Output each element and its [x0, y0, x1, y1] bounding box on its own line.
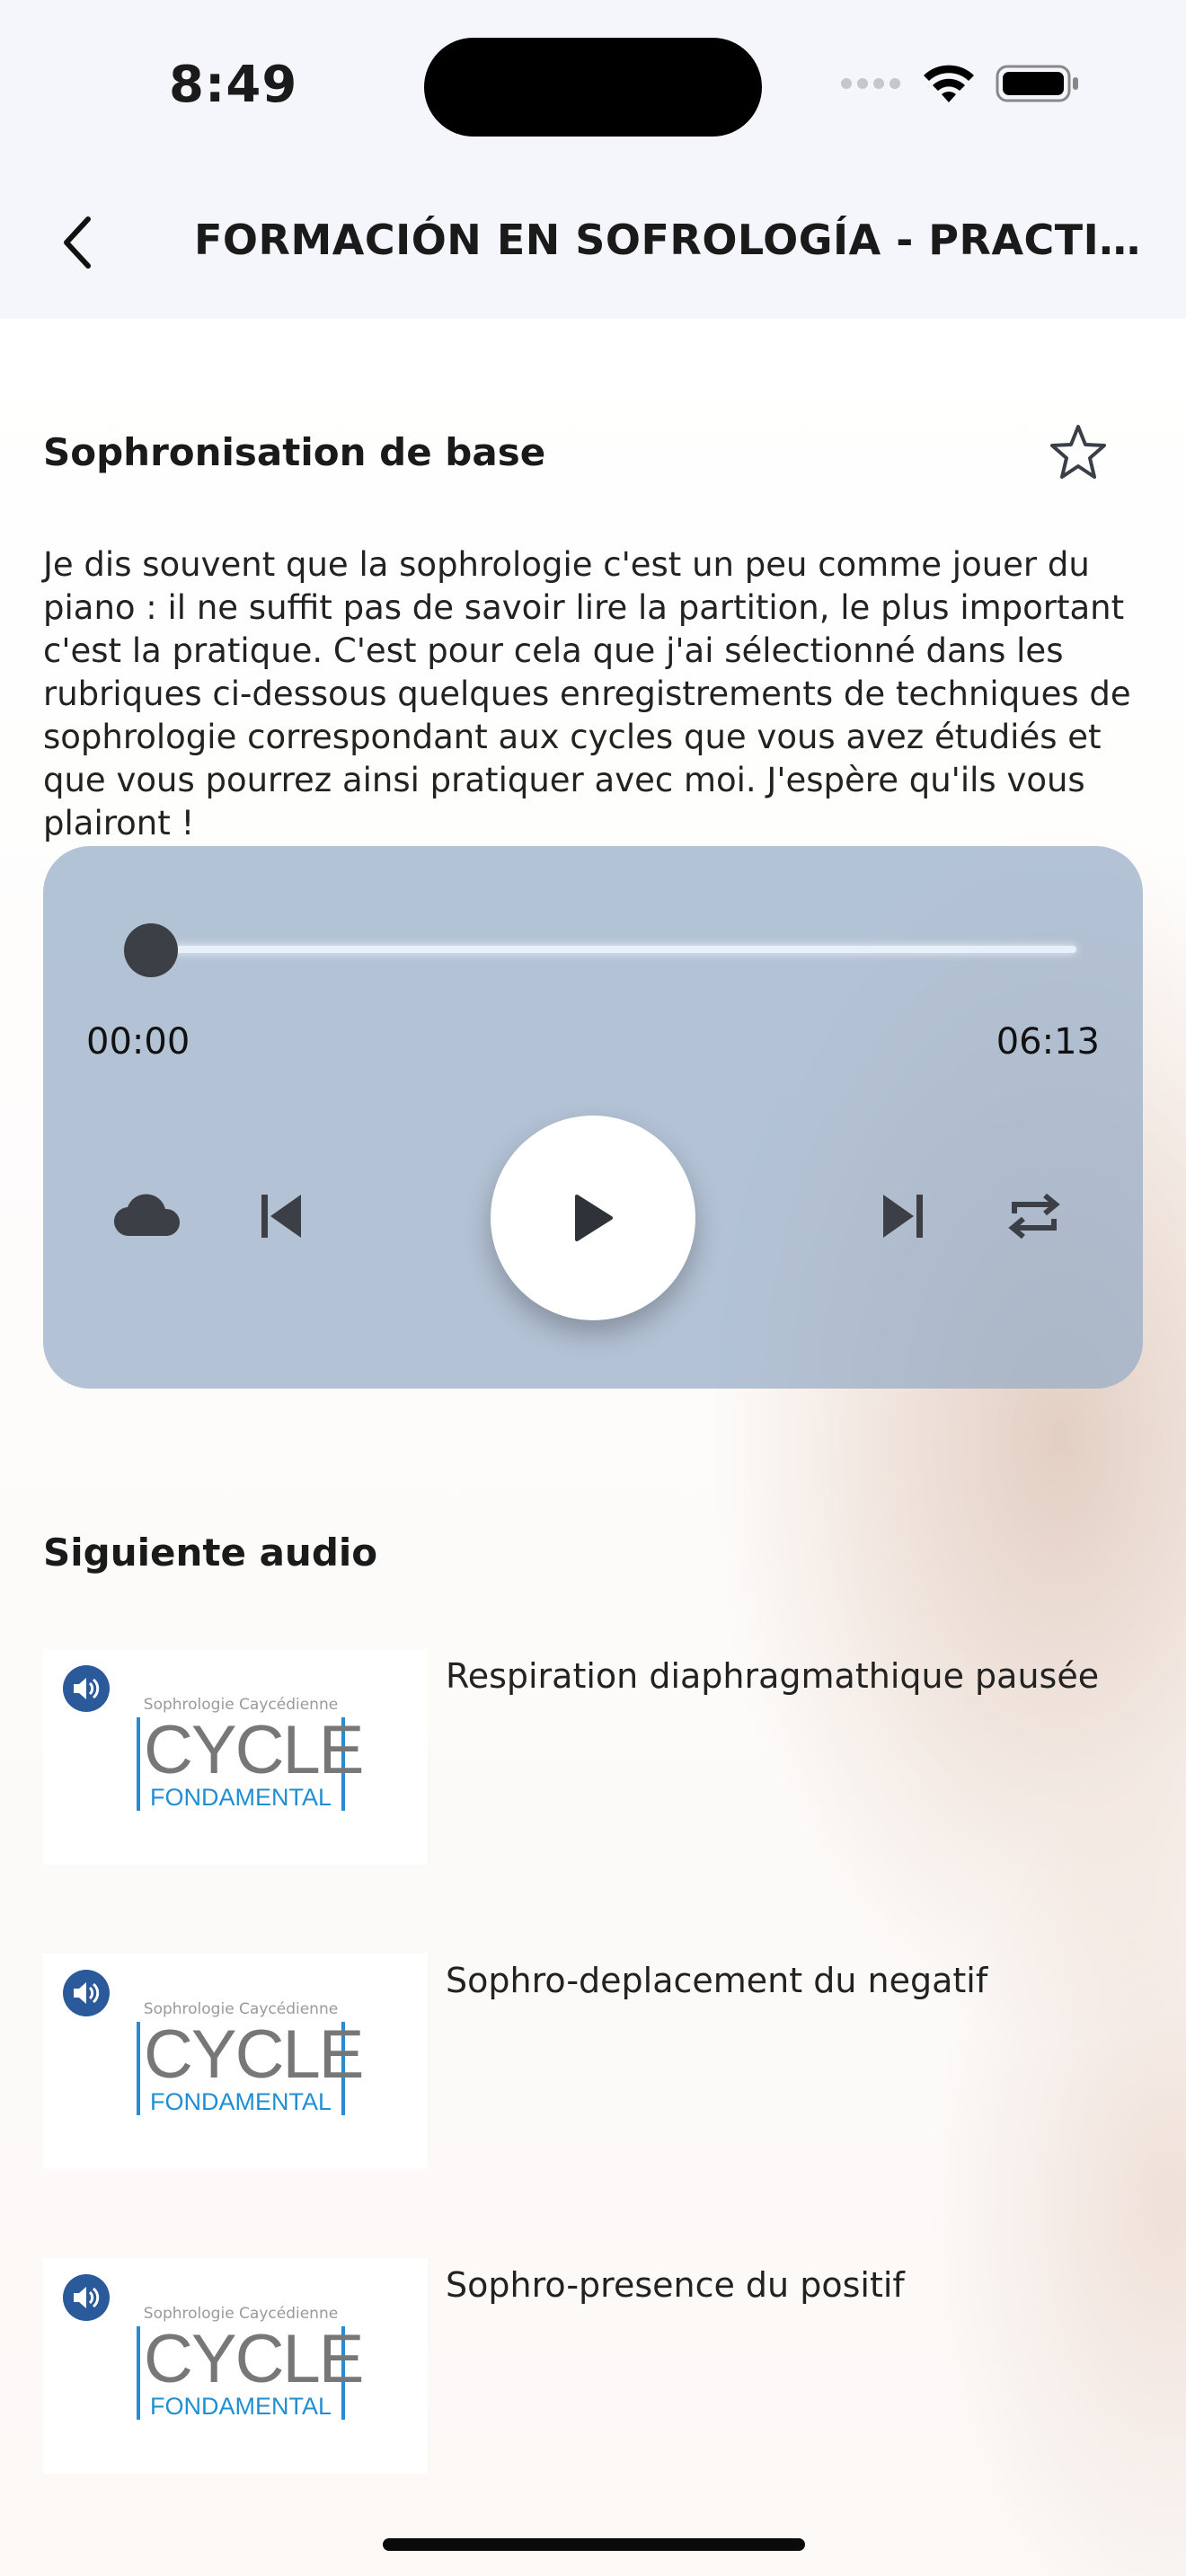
audio-list-item[interactable]: Sophrologie Caycédienne CYCLE FONDAMENTAL… — [43, 1649, 1157, 1865]
audio-title: Respiration diaphragmathique pausée — [446, 1656, 1100, 1696]
repeat-button[interactable] — [1003, 1187, 1066, 1245]
skip-next-icon — [883, 1195, 923, 1238]
cloud-icon — [113, 1194, 181, 1237]
speaker-icon — [63, 1665, 110, 1712]
speaker-icon — [63, 2274, 110, 2321]
play-button[interactable] — [491, 1116, 695, 1320]
navigation-bar: FORMACIÓN EN SOFROLOGÍA - PRACTICA C... — [0, 171, 1186, 319]
current-time: 00:00 — [86, 1021, 190, 1063]
audio-thumbnail: Sophrologie Caycédienne CYCLE FONDAMENTAL — [43, 1649, 428, 1865]
audio-player: 00:00 06:13 — [43, 846, 1143, 1389]
section-title: Sophronisation de base — [43, 430, 546, 474]
audio-thumbnail: Sophrologie Caycédienne CYCLE FONDAMENTAL — [43, 2258, 428, 2474]
status-bar: 8:49 — [0, 0, 1186, 171]
download-button[interactable] — [111, 1187, 183, 1241]
star-icon — [1050, 425, 1106, 479]
next-button[interactable] — [872, 1187, 934, 1245]
repeat-icon — [1008, 1193, 1060, 1239]
cycle-logo: Sophrologie Caycédienne CYCLE FONDAMENTAL — [133, 2000, 364, 2135]
page-title: FORMACIÓN EN SOFROLOGÍA - PRACTICA C... — [194, 216, 1146, 264]
cellular-signal-icon — [841, 78, 900, 89]
speaker-icon — [63, 1970, 110, 2016]
previous-button[interactable] — [250, 1187, 313, 1245]
status-icons — [839, 63, 1080, 104]
home-indicator[interactable] — [383, 2538, 805, 2551]
cycle-logo: Sophrologie Caycédienne CYCLE FONDAMENTAL — [133, 2305, 364, 2439]
cycle-logo: Sophrologie Caycédienne CYCLE FONDAMENTAL — [133, 1696, 364, 1831]
audio-thumbnail: Sophrologie Caycédienne CYCLE FONDAMENTAL — [43, 1954, 428, 2169]
back-button[interactable] — [50, 207, 104, 278]
favorite-button[interactable] — [1046, 419, 1111, 484]
status-time: 8:49 — [169, 56, 298, 114]
dynamic-island — [424, 38, 762, 137]
audio-title: Sophro-deplacement du negatif — [446, 1961, 988, 2000]
audio-list-item[interactable]: Sophrologie Caycédienne CYCLE FONDAMENTAL… — [43, 2258, 1157, 2474]
progress-thumb[interactable] — [124, 923, 178, 977]
play-icon — [575, 1195, 613, 1241]
total-time: 06:13 — [996, 1021, 1100, 1063]
next-audio-heading: Siguiente audio — [43, 1531, 378, 1575]
skip-previous-icon — [261, 1195, 301, 1238]
chevron-left-icon — [64, 216, 91, 269]
audio-title: Sophro-presence du positif — [446, 2265, 905, 2305]
progress-track[interactable] — [151, 946, 1076, 953]
wifi-icon — [924, 65, 974, 102]
battery-icon — [996, 65, 1078, 102]
section-description: Je dis souvent que la sophrologie c'est … — [43, 545, 1131, 842]
audio-list-item[interactable]: Sophrologie Caycédienne CYCLE FONDAMENTAL… — [43, 1954, 1157, 2169]
